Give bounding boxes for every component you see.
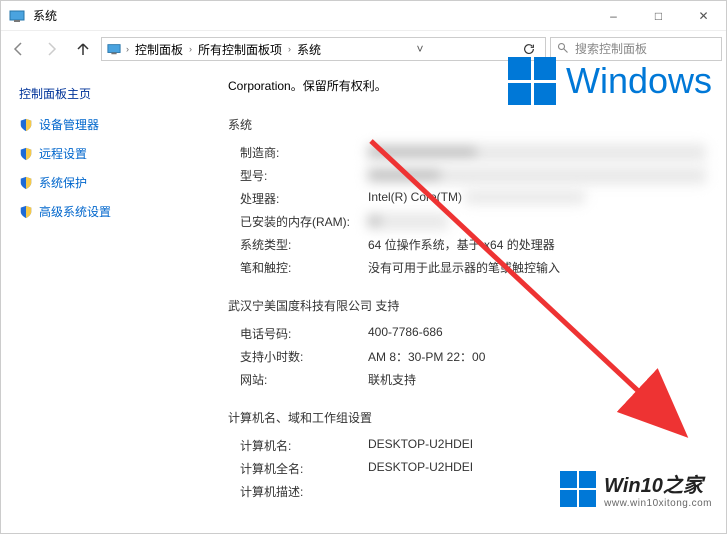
row-label: 网站: (228, 371, 368, 388)
row-label: 计算机名: (228, 437, 368, 454)
minimize-button[interactable]: – (591, 1, 636, 30)
sidebar-item-advanced[interactable]: 高级系统设置 (19, 203, 196, 220)
row-label: 计算机描述: (228, 483, 368, 500)
window-controls: – □ ✕ (591, 1, 726, 30)
system-icon (106, 41, 122, 57)
row-model: 型号:xxxxxxxxxxxx (228, 164, 706, 187)
maximize-button[interactable]: □ (636, 1, 681, 30)
row-computername: 计算机名:DESKTOP-U2HDEI (228, 434, 706, 457)
windows-icon (560, 471, 596, 507)
windows-text: Windows (566, 60, 726, 102)
up-button[interactable] (69, 35, 97, 63)
refresh-icon[interactable] (517, 42, 541, 56)
section-heading: 系统 (228, 116, 706, 133)
row-value-blurred: xxxxxxxxxxxx (368, 167, 706, 184)
row-label: 笔和触控: (228, 259, 368, 276)
close-button[interactable]: ✕ (681, 1, 726, 30)
dropdown-icon[interactable]: ˅ (408, 42, 432, 56)
row-value-blurred: xxxxxxxxxxxxxxxxxx (368, 144, 706, 161)
section-system: 系统 制造商:xxxxxxxxxxxxxxxxxx 型号:xxxxxxxxxxx… (228, 116, 706, 279)
sidebar-heading[interactable]: 控制面板主页 (19, 85, 196, 102)
row-value: Intel(R) Core(TM) xx (368, 190, 706, 207)
sidebar-item-label: 高级系统设置 (39, 203, 111, 220)
row-website: 网站:联机支持 (228, 368, 706, 391)
row-hours: 支持小时数:AM 8：30-PM 22：00 (228, 345, 706, 368)
row-value-blurred: xx (368, 213, 448, 230)
sidebar-item-protection[interactable]: 系统保护 (19, 174, 196, 191)
row-manufacturer: 制造商:xxxxxxxxxxxxxxxxxx (228, 141, 706, 164)
shield-icon (19, 118, 33, 132)
sidebar-item-device-manager[interactable]: 设备管理器 (19, 116, 196, 133)
chevron-icon[interactable]: › (126, 44, 129, 54)
breadcrumb-item[interactable]: 系统 (295, 41, 323, 58)
row-label: 处理器: (228, 190, 368, 207)
row-pentouch: 笔和触控:没有可用于此显示器的笔或触控输入 (228, 256, 706, 279)
row-value: 没有可用于此显示器的笔或触控输入 (368, 259, 706, 276)
row-label: 制造商: (228, 144, 368, 161)
breadcrumb[interactable]: › 控制面板 › 所有控制面板项 › 系统 ˅ (101, 37, 546, 61)
row-ram: 已安装的内存(RAM):xx (228, 210, 706, 233)
row-value: 400-7786-686 (368, 325, 706, 342)
chevron-icon[interactable]: › (288, 44, 291, 54)
windows-icon (508, 57, 556, 105)
sidebar: 控制面板主页 设备管理器 远程设置 系统保护 高级系统设置 (1, 67, 196, 535)
window-title: 系统 (33, 7, 57, 24)
search-input[interactable] (575, 42, 715, 56)
row-label: 电话号码: (228, 325, 368, 342)
sidebar-item-label: 远程设置 (39, 145, 87, 162)
breadcrumb-item[interactable]: 控制面板 (133, 41, 185, 58)
watermark-url: www.win10xitong.com (604, 498, 712, 509)
row-label: 已安装的内存(RAM): (228, 213, 368, 230)
system-icon (9, 8, 25, 24)
row-processor: 处理器:Intel(R) Core(TM) xx (228, 187, 706, 210)
section-support: 武汉宁美国度科技有限公司 支持 电话号码:400-7786-686 支持小时数:… (228, 297, 706, 391)
row-value: DESKTOP-U2HDEI (368, 437, 706, 454)
shield-icon (19, 147, 33, 161)
sidebar-item-remote[interactable]: 远程设置 (19, 145, 196, 162)
shield-icon (19, 176, 33, 190)
forward-button (37, 35, 65, 63)
watermark: Win10之家 www.win10xitong.com (556, 465, 716, 513)
sidebar-item-label: 系统保护 (39, 174, 87, 191)
windows-logo: Windows (508, 57, 726, 105)
watermark-title: Win10之家 (604, 469, 712, 498)
row-value: 64 位操作系统，基于 x64 的处理器 (368, 236, 706, 253)
section-heading: 计算机名、域和工作组设置 (228, 409, 706, 426)
breadcrumb-item[interactable]: 所有控制面板项 (196, 41, 284, 58)
row-label: 支持小时数: (228, 348, 368, 365)
row-label: 系统类型: (228, 236, 368, 253)
back-button[interactable] (5, 35, 33, 63)
row-label: 计算机全名: (228, 460, 368, 477)
chevron-icon[interactable]: › (189, 44, 192, 54)
online-support-link[interactable]: 联机支持 (368, 371, 706, 388)
row-value: AM 8：30-PM 22：00 (368, 348, 706, 365)
section-heading: 武汉宁美国度科技有限公司 支持 (228, 297, 706, 314)
shield-icon (19, 205, 33, 219)
row-label: 型号: (228, 167, 368, 184)
sidebar-item-label: 设备管理器 (39, 116, 99, 133)
row-systype: 系统类型:64 位操作系统，基于 x64 的处理器 (228, 233, 706, 256)
row-phone: 电话号码:400-7786-686 (228, 322, 706, 345)
search-icon (557, 42, 569, 57)
